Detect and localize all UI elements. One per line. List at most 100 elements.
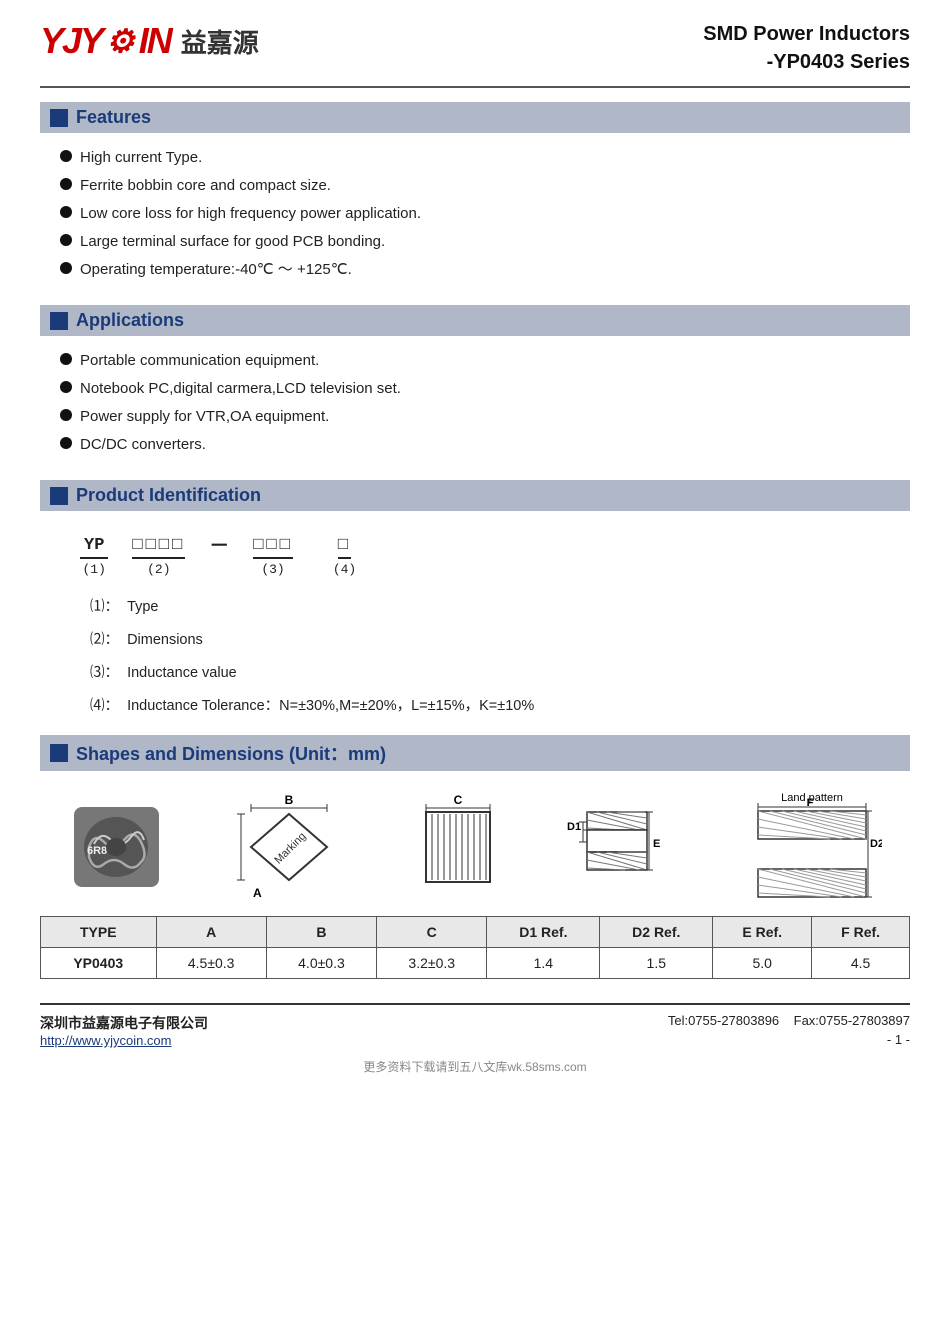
cell-b: 4.0±0.3: [266, 948, 376, 979]
pid-desc-3: ⑶： Inductance value: [90, 659, 910, 688]
svg-text:D2: D2: [870, 838, 882, 850]
col-b: B: [266, 917, 376, 948]
svg-text:D1: D1: [567, 821, 581, 833]
footer-left: 深圳市益嘉源电子有限公司 http://www.yjycoin.com: [40, 1013, 208, 1048]
features-title: Features: [76, 107, 151, 128]
cell-type: YP0403: [41, 948, 157, 979]
page-header: YJY⚙IN 益嘉源 SMD Power Inductors -YP0403 S…: [40, 20, 910, 88]
pid-yp-label: YP: [80, 536, 108, 559]
shapes-icon: [50, 744, 68, 762]
col-a: A: [156, 917, 266, 948]
list-item: Ferrite bobbin core and compact size.: [60, 175, 910, 196]
company-name: 深圳市益嘉源电子有限公司: [40, 1013, 208, 1033]
pid-part3: □□□ (3): [253, 536, 293, 577]
coil-svg: 6R8: [69, 802, 164, 892]
bullet-dot: [60, 178, 72, 190]
list-item: Operating temperature:-40℃ ～ +125℃.: [60, 259, 910, 280]
logo-area: YJY⚙IN 益嘉源: [40, 20, 259, 62]
product-id-title: Product Identification: [76, 485, 261, 506]
applications-section-header: Applications: [40, 305, 910, 336]
table-row: YP0403 4.5±0.3 4.0±0.3 3.2±0.3 1.4 1.5 5…: [41, 948, 910, 979]
bullet-dot: [60, 262, 72, 274]
svg-text:F: F: [806, 797, 813, 809]
list-item: Low core loss for high frequency power a…: [60, 203, 910, 224]
bullet-dot: [60, 150, 72, 162]
col-c: C: [377, 917, 487, 948]
land-pattern-diagram: Land pattern F: [742, 789, 882, 904]
pid-squares2: □□□□: [132, 536, 185, 559]
features-section-header: Features: [40, 102, 910, 133]
pid-num3: (3): [261, 562, 284, 577]
applications-icon: [50, 312, 68, 330]
pid-num2: (2): [147, 562, 170, 577]
list-item: Large terminal surface for good PCB bond…: [60, 231, 910, 252]
pid-num1: (1): [83, 562, 106, 577]
page-number: - 1 -: [668, 1032, 910, 1047]
list-item: Power supply for VTR,OA equipment.: [60, 406, 910, 427]
pid-num4: (4): [333, 562, 356, 577]
page-footer: 深圳市益嘉源电子有限公司 http://www.yjycoin.com Tel:…: [40, 1003, 910, 1048]
svg-text:A: A: [253, 886, 262, 900]
watermark: 更多资料下载请到五八文库wk.58sms.com: [40, 1058, 910, 1075]
list-item: Portable communication equipment.: [60, 350, 910, 371]
col-e: E Ref.: [713, 917, 812, 948]
cell-c: 3.2±0.3: [377, 948, 487, 979]
list-item: Notebook PC,digital carmera,LCD televisi…: [60, 378, 910, 399]
footer-right: Tel:0755-27803896 Fax:0755-27803897 - 1 …: [668, 1013, 910, 1047]
footer-fax: Fax:0755-27803897: [794, 1013, 910, 1028]
pid-part1: YP (1): [80, 536, 108, 577]
cell-d1: 1.4: [487, 948, 600, 979]
diagrams-row: 6R8 B Marking A: [40, 789, 910, 904]
col-type: TYPE: [41, 917, 157, 948]
pid-squares4: □: [338, 536, 351, 559]
pid-desc-4: ⑷： Inductance Tolerance：N=±30%,M=±20%，L=…: [90, 692, 910, 721]
side-svg: C: [418, 792, 498, 902]
applications-title: Applications: [76, 310, 184, 331]
page: YJY⚙IN 益嘉源 SMD Power Inductors -YP0403 S…: [0, 0, 950, 1344]
cell-f: 4.5: [812, 948, 910, 979]
cell-d2: 1.5: [600, 948, 713, 979]
svg-text:B: B: [284, 793, 293, 807]
cell-a: 4.5±0.3: [156, 948, 266, 979]
land-pattern-svg: Land pattern F: [742, 789, 882, 904]
features-icon: [50, 109, 68, 127]
col-f: F Ref.: [812, 917, 910, 948]
svg-text:Marking: Marking: [272, 830, 308, 866]
list-item: High current Type.: [60, 147, 910, 168]
product-id-icon: [50, 487, 68, 505]
shapes-title: Shapes and Dimensions (Unit：mm): [76, 740, 386, 766]
pid-part2: □□□□ (2): [132, 536, 185, 577]
pid-descriptions: ⑴： Type ⑵： Dimensions ⑶： Inductance valu…: [90, 593, 910, 721]
features-list: High current Type. Ferrite bobbin core a…: [40, 143, 910, 291]
col-d2: D2 Ref.: [600, 917, 713, 948]
svg-text:6R8: 6R8: [87, 845, 107, 857]
bullet-dot: [60, 234, 72, 246]
bullet-dot: [60, 409, 72, 421]
bullet-dot: [60, 381, 72, 393]
pid-separator: －: [209, 529, 229, 577]
arrow-svg: B Marking A: [231, 792, 351, 902]
bullet-dot: [60, 437, 72, 449]
company-website[interactable]: http://www.yjycoin.com: [40, 1033, 208, 1048]
svg-text:E: E: [653, 838, 660, 850]
shapes-section-header: Shapes and Dimensions (Unit：mm): [40, 735, 910, 771]
profile-diagram: D1: [565, 792, 675, 902]
bullet-dot: [60, 206, 72, 218]
pid-part4: □ (4): [333, 536, 356, 577]
bullet-dot: [60, 353, 72, 365]
pid-desc-1: ⑴： Type: [90, 593, 910, 622]
arrow-diagram: B Marking A: [231, 792, 351, 902]
footer-tel: Tel:0755-27803896: [668, 1013, 779, 1028]
coil-photo-diagram: 6R8: [69, 802, 164, 892]
product-id-diagram: YP (1) □□□□ (2) － □□□ (3) □ (4): [80, 529, 910, 577]
side-view-diagram: C: [418, 792, 498, 902]
applications-list: Portable communication equipment. Notebo…: [40, 346, 910, 466]
pid-desc-2: ⑵： Dimensions: [90, 626, 910, 655]
dimensions-table: TYPE A B C D1 Ref. D2 Ref. E Ref. F Ref.…: [40, 916, 910, 979]
product-id-section-header: Product Identification: [40, 480, 910, 511]
cell-e: 5.0: [713, 948, 812, 979]
svg-text:C: C: [453, 793, 462, 807]
list-item: DC/DC converters.: [60, 434, 910, 455]
pid-squares3: □□□: [253, 536, 293, 559]
header-title: SMD Power Inductors -YP0403 Series: [703, 20, 910, 76]
